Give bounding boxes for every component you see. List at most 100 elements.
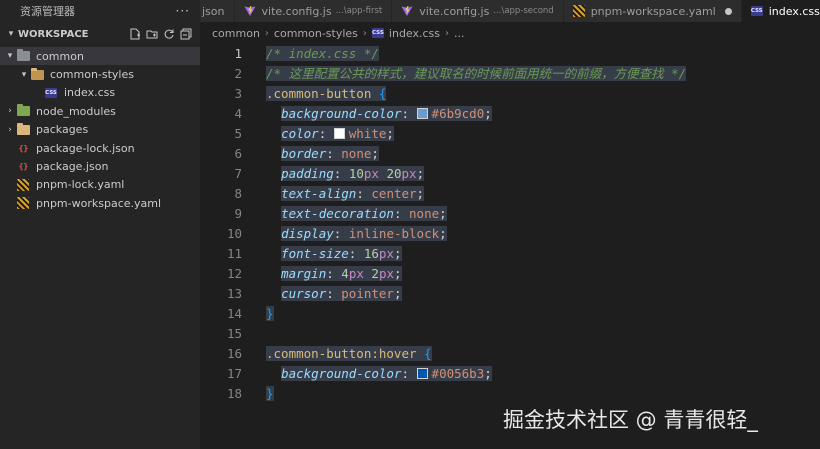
tree-item[interactable]: pnpm-workspace.yaml (0, 194, 200, 212)
tree-item[interactable]: {} package.json (0, 157, 200, 175)
workspace-header[interactable]: ▾ WORKSPACE (0, 23, 200, 45)
selection-highlight: margin: 4px 2px; (281, 266, 402, 281)
color-swatch[interactable] (416, 368, 428, 379)
line-number: 11 (226, 246, 242, 261)
breadcrumb-item[interactable]: ... (454, 27, 465, 40)
code-token: { (378, 86, 387, 101)
code-line: .common-button:hover { (266, 344, 816, 364)
line-number: 9 (234, 206, 242, 221)
code-token: inline-block (348, 226, 440, 241)
tree-item-label: package-lock.json (36, 141, 135, 155)
code-token: ; (416, 186, 425, 201)
code-area[interactable]: /* index.css */ /* 这里配置公共的样式，建议取名的时候前面用统一… (266, 44, 816, 404)
selection-highlight: /* 这里配置公共的样式，建议取名的时候前面用统一的前缀，方便查找 */ (266, 66, 687, 81)
new-folder-icon[interactable] (146, 28, 158, 40)
tree-item[interactable]: ▾ common (0, 47, 200, 66)
tree-item-label: package.json (36, 160, 109, 174)
code-token: font-size (281, 246, 349, 261)
line-number: 14 (226, 306, 242, 321)
chevron-down-icon[interactable]: ▾ (4, 29, 18, 39)
chevron-right-icon[interactable]: › (4, 125, 16, 135)
json-file-icon: {} (18, 143, 28, 153)
code-token: white (348, 126, 387, 141)
code-token: 2 (371, 266, 379, 281)
code-token: .common-button (266, 86, 372, 101)
tab-label: json (202, 4, 225, 18)
line-number: 5 (234, 126, 242, 141)
code-token: px (348, 266, 364, 281)
tree-item[interactable]: › node_modules (0, 102, 200, 120)
code-token: } (266, 306, 274, 321)
code-token: : (326, 286, 342, 301)
tree-item[interactable]: CSS index.css (0, 84, 200, 102)
tree-item-label: common (36, 49, 84, 63)
code-token: : (333, 226, 349, 241)
tree-item-icon: {} (16, 142, 30, 154)
line-number: 12 (226, 266, 242, 281)
code-token: : (326, 146, 342, 161)
code-token: 20 (386, 166, 402, 181)
line-number: 13 (226, 286, 242, 301)
code-token: : (356, 186, 372, 201)
tree-item[interactable]: pnpm-lock.yaml (0, 176, 200, 194)
code-token: #0056b3 (431, 366, 485, 381)
selection-highlight: } (266, 306, 274, 321)
code-token: ; (393, 246, 402, 261)
chevron-down-icon[interactable]: ▾ (18, 70, 30, 80)
code-token: pointer (341, 286, 394, 301)
code-token: 10 (348, 166, 364, 181)
selection-highlight: /* index.css */ (266, 46, 379, 61)
breadcrumb-item[interactable]: common (212, 27, 260, 40)
selection-highlight: padding: 10px 20px; (281, 166, 425, 181)
code-token: ; (484, 106, 492, 121)
editor-tab[interactable]: json (200, 0, 235, 22)
unsaved-dot-icon[interactable] (724, 7, 732, 15)
tree-item[interactable]: ▾ common-styles (0, 65, 200, 83)
breadcrumb-item[interactable]: index.css (389, 27, 440, 40)
code-token: 16 (363, 246, 379, 261)
code-token: /* 这里配置公共的样式，建议取名的时候前面用统一的前缀，方便查找 */ (266, 66, 687, 81)
code-token: px (363, 166, 379, 181)
line-number: 4 (234, 106, 242, 121)
tree-item[interactable]: {} package-lock.json (0, 139, 200, 157)
color-swatch[interactable] (416, 108, 428, 119)
code-editor[interactable]: 1 2 3 4 5 6 7 8 9 10 11 12 13 14 15 16 17 18 /* index.css… (200, 44, 820, 449)
selection-highlight: color: white; (281, 126, 394, 141)
editor-tab[interactable]: vite.config.js ...\app-first (234, 0, 393, 22)
code-token: ; (416, 166, 425, 181)
more-actions-icon[interactable]: ··· (176, 4, 190, 18)
code-line: background-color: #6b9cd0; (266, 104, 816, 124)
refresh-icon[interactable] (163, 28, 175, 40)
color-swatch[interactable] (333, 128, 345, 139)
selection-highlight: background-color: #0056b3; (281, 366, 492, 381)
collapse-all-icon[interactable] (180, 28, 192, 40)
line-number: 6 (234, 146, 242, 161)
code-token: color (281, 126, 319, 141)
selection-highlight: display: inline-block; (281, 226, 447, 241)
editor-tab[interactable]: pnpm-workspace.yaml (563, 0, 742, 22)
code-token: } (266, 386, 274, 401)
code-token: #6b9cd0 (431, 106, 485, 121)
css-file-icon: CSS (750, 6, 763, 16)
breadcrumb-item[interactable]: common-styles (274, 27, 358, 40)
chevron-down-icon[interactable]: ▾ (4, 51, 16, 61)
editor-tab[interactable]: CSS index.css (741, 0, 820, 22)
code-token: /* index.css */ (266, 46, 379, 61)
tree-item[interactable]: › packages (0, 121, 200, 139)
editor-tab[interactable]: vite.config.js ...\app-second (392, 0, 564, 22)
tree-item-label: index.css (64, 86, 116, 100)
chevron-right-icon[interactable]: › (4, 106, 16, 116)
vite-file-icon (244, 5, 256, 17)
tree-item-icon (30, 67, 44, 81)
code-token: ; (386, 126, 394, 141)
code-token: { (424, 346, 432, 361)
code-line: text-align: center; (266, 184, 816, 204)
code-token: px (401, 166, 417, 181)
new-file-icon[interactable] (129, 28, 141, 40)
tab-label: pnpm-workspace.yaml (590, 4, 716, 18)
